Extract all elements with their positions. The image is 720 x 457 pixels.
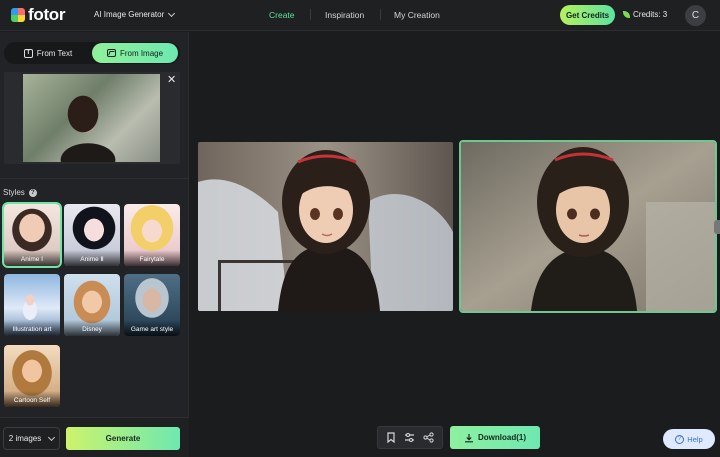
nav-divider — [310, 9, 311, 20]
styles-label: Styles — [3, 188, 25, 197]
download-icon — [465, 433, 473, 442]
adjust-icon[interactable] — [404, 432, 415, 443]
help-label: Help — [687, 434, 703, 444]
tab-from-image-label: From Image — [119, 48, 164, 58]
uploaded-photo — [23, 74, 160, 162]
result-image-2[interactable] — [459, 140, 717, 313]
get-credits-button[interactable]: Get Credits — [560, 5, 615, 25]
style-card-label: Anime Ⅱ — [64, 250, 120, 266]
tool-dropdown-label: AI Image Generator — [94, 10, 165, 19]
nav-inspiration[interactable]: Inspiration — [325, 10, 364, 20]
share-icon[interactable] — [423, 432, 434, 443]
uploaded-image-area[interactable] — [4, 72, 180, 164]
tab-from-text-label: From Text — [36, 48, 73, 58]
style-card-fairytale[interactable]: Fairytale — [124, 204, 180, 266]
tool-dropdown[interactable]: AI Image Generator — [94, 9, 176, 19]
question-icon: ? — [675, 434, 685, 444]
avatar[interactable]: C — [685, 5, 706, 26]
tab-from-image[interactable]: From Image — [92, 43, 178, 63]
image-toolbar — [377, 426, 443, 449]
text-icon: T — [23, 48, 33, 58]
style-card-anime-2[interactable]: Anime Ⅱ — [64, 204, 120, 266]
logo-icon — [11, 8, 25, 22]
generate-button[interactable]: Generate — [66, 427, 180, 450]
chevron-down-icon — [168, 9, 176, 17]
scroll-handle[interactable] — [714, 220, 720, 234]
logo-text: fotor — [28, 5, 66, 24]
nav-create[interactable]: Create — [269, 10, 295, 20]
leaf-icon — [623, 11, 630, 18]
chevron-down-icon — [48, 433, 56, 441]
style-card-illustration-art[interactable]: Illustration art — [4, 274, 60, 336]
anime-portrait-image — [198, 142, 453, 311]
help-button[interactable]: ? Help — [663, 429, 715, 449]
download-button[interactable]: Download(1) — [450, 426, 540, 449]
style-card-label: Fairytale — [124, 250, 180, 266]
nav-divider — [380, 9, 381, 20]
style-card-game-art-style[interactable]: Game art style — [124, 274, 180, 336]
styles-heading: Styles ? — [3, 188, 37, 197]
result-image-1[interactable] — [198, 142, 453, 311]
tab-from-text[interactable]: T From Text — [6, 43, 90, 63]
left-panel: T From Text From Image ✕ Styles ? Anime … — [0, 32, 189, 457]
image-icon — [106, 49, 116, 57]
nav-my-creation[interactable]: My Creation — [394, 10, 440, 20]
style-card-label: Cartoon Self — [4, 391, 60, 407]
download-label: Download(1) — [478, 433, 526, 442]
bookmark-icon[interactable] — [386, 432, 397, 443]
generate-bar: 2 images Generate — [0, 417, 189, 457]
anime-portrait-image — [461, 142, 715, 311]
credits-text: Credits: 3 — [633, 10, 668, 19]
style-card-disney[interactable]: Disney — [64, 274, 120, 336]
mode-toggle: T From Text From Image — [4, 42, 180, 64]
fotor-logo[interactable]: fotor — [11, 5, 66, 24]
style-card-label: Illustration art — [4, 320, 60, 336]
credits-indicator: Credits: 3 — [623, 10, 667, 19]
style-card-cartoon-self[interactable]: Cartoon Self — [4, 345, 60, 407]
divider — [0, 178, 189, 179]
style-card-label: Game art style — [124, 320, 180, 336]
main-canvas: Download(1) ? Help — [190, 32, 720, 457]
top-bar: fotor AI Image Generator Create Inspirat… — [0, 0, 720, 31]
style-card-label: Anime Ⅰ — [4, 250, 60, 266]
style-card-label: Disney — [64, 320, 120, 336]
style-card-anime-1[interactable]: Anime Ⅰ — [2, 202, 62, 268]
close-icon[interactable]: ✕ — [167, 73, 176, 86]
help-circle-icon[interactable]: ? — [28, 188, 37, 197]
image-count-value: 2 images — [8, 434, 42, 443]
image-count-select[interactable]: 2 images — [3, 427, 60, 450]
